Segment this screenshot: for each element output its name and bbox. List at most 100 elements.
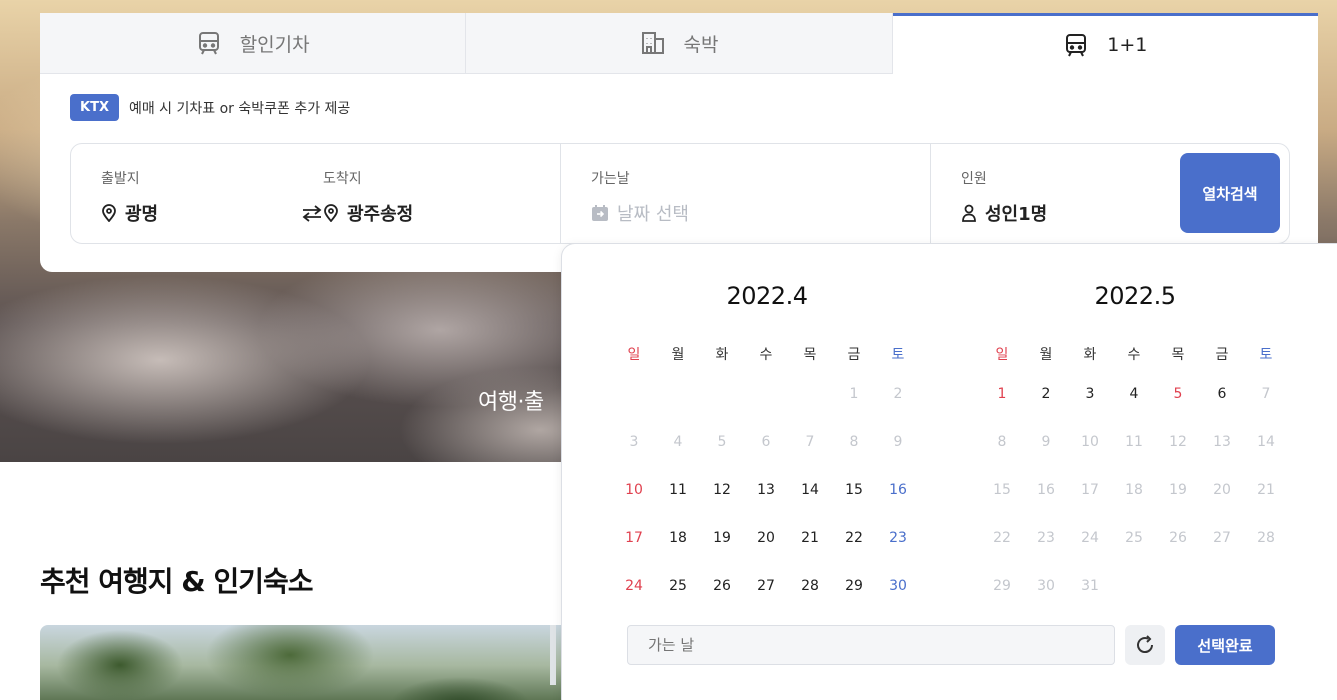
calendar-day: 7	[1261, 386, 1271, 402]
weekday-label: 월	[1039, 347, 1053, 363]
day-grid: 1 2 3 4 5 6 7 8 9 10 11 12 13 14 15 16 17 18 19 20 21 22 23 24 2…	[980, 385, 1290, 625]
calendar-day[interactable]: 14	[788, 481, 832, 529]
calendar-day: 7	[805, 434, 815, 450]
tab-label: 숙박	[683, 33, 719, 56]
calendar-day[interactable]: 13	[744, 481, 788, 529]
people-field[interactable]: 인원 성인1명	[931, 144, 1171, 243]
train-search-button[interactable]: 열차검색	[1180, 153, 1280, 233]
hero-title: 여행·출	[478, 390, 544, 415]
weekday-label: 목	[803, 347, 817, 363]
date-label: 가는날	[591, 171, 630, 187]
calendar-day[interactable]: 12	[700, 481, 744, 529]
tab-lodging[interactable]: 숙박	[466, 13, 893, 74]
calendar-day[interactable]: 11	[656, 481, 700, 529]
calendar-day: 9	[893, 434, 903, 450]
calendar-icon	[592, 205, 608, 221]
calendar-day[interactable]: 22	[832, 529, 876, 577]
date-value-wrap: 날짜 선택	[591, 200, 930, 226]
calendar-day[interactable]: 28	[788, 577, 832, 625]
date-picker-popup: 2022.4 일 월 화 수 목 금 토 1 2 3 4 5 6 7 8 9 10 11 12 13 14…	[561, 243, 1337, 700]
arrive-value-wrap: 광주송정	[323, 200, 553, 226]
calendar-day: 10	[1081, 434, 1099, 450]
calendar-empty-cell	[612, 385, 656, 433]
train-icon	[198, 32, 219, 55]
calendar-day[interactable]: 25	[656, 577, 700, 625]
promo-banner: KTX 예매 시 기차표 or 숙박쿠폰 추가 제공	[70, 94, 1318, 121]
location-pin-icon	[324, 204, 338, 222]
calendar-day[interactable]: 26	[700, 577, 744, 625]
calendar-day: 8	[997, 434, 1007, 450]
calendar-day: 1	[849, 386, 859, 402]
calendar-day[interactable]: 20	[744, 529, 788, 577]
month-title: 2022.4	[726, 282, 808, 310]
ktx-badge: KTX	[70, 94, 119, 121]
weekday-label: 일	[995, 347, 1009, 363]
calendar-day: 17	[1081, 482, 1099, 498]
calendar-day: 22	[993, 530, 1011, 546]
person-icon	[962, 204, 976, 222]
depart-label: 출발지	[101, 171, 140, 187]
calendar-day[interactable]: 2	[1024, 385, 1068, 433]
calendar-day[interactable]: 18	[656, 529, 700, 577]
people-label: 인원	[961, 171, 987, 187]
arrive-value: 광주송정	[347, 204, 414, 225]
calendar-day: 30	[1037, 578, 1055, 594]
arrive-field[interactable]: 도착지 광주송정	[323, 144, 553, 243]
calendar-day: 3	[629, 434, 639, 450]
select-done-button[interactable]: 선택완료	[1175, 625, 1275, 665]
calendar-day[interactable]: 6	[1200, 385, 1244, 433]
weekday-label: 화	[715, 347, 729, 363]
calendar-day[interactable]: 3	[1068, 385, 1112, 433]
calendar-day: 27	[1213, 530, 1231, 546]
calendar-day[interactable]: 27	[744, 577, 788, 625]
swap-icon[interactable]	[301, 202, 323, 224]
selected-date-input[interactable]	[627, 625, 1115, 665]
calendar-day[interactable]: 1	[980, 385, 1024, 433]
weekday-header: 일 월 화 수 목 금 토	[612, 344, 922, 364]
calendar-day: 12	[1169, 434, 1187, 450]
calendar-day[interactable]: 29	[832, 577, 876, 625]
date-placeholder: 날짜 선택	[617, 204, 689, 225]
tab-bar: 할인기차 숙박 1+1	[40, 13, 1318, 74]
tab-one-plus-one[interactable]: 1+1	[892, 13, 1318, 74]
people-value: 성인1명	[985, 204, 1048, 225]
calendar-day[interactable]: 15	[832, 481, 876, 529]
search-card: 할인기차 숙박 1+1 KTX 예매 시 기차표 or 숙박쿠폰 추가 제공 출…	[40, 13, 1318, 272]
weekday-label: 목	[1171, 347, 1185, 363]
calendar-day[interactable]: 19	[700, 529, 744, 577]
depart-value-wrap: 광명	[101, 200, 301, 226]
depart-field[interactable]: 출발지 광명	[71, 144, 301, 243]
search-form: 출발지 광명 도착지 광주송정 가는날 날짜 선택 인원 성인1명 열차검색	[70, 143, 1290, 244]
calendar-day[interactable]: 21	[788, 529, 832, 577]
tab-label: 할인기차	[239, 33, 310, 56]
calendar-footer: 선택완료	[627, 625, 1275, 665]
calendar-day: 31	[1081, 578, 1099, 594]
calendar-day[interactable]: 5	[1156, 385, 1200, 433]
date-field[interactable]: 가는날 날짜 선택	[561, 144, 931, 243]
calendar-day: 28	[1257, 530, 1275, 546]
calendar-empty-cell	[788, 385, 832, 433]
calendar-day: 29	[993, 578, 1011, 594]
calendar-day[interactable]: 4	[1112, 385, 1156, 433]
calendar-day: 9	[1041, 434, 1051, 450]
calendar-day[interactable]: 23	[876, 529, 920, 577]
weekday-label: 화	[1083, 347, 1097, 363]
calendar-day[interactable]: 24	[612, 577, 656, 625]
tab-label: 1+1	[1107, 34, 1148, 56]
calendar-day: 8	[849, 434, 859, 450]
calendar-day[interactable]: 16	[876, 481, 920, 529]
destination-thumbnail[interactable]	[40, 625, 570, 700]
weekday-label: 월	[671, 347, 685, 363]
weekday-label: 금	[847, 347, 861, 363]
calendar-day: 16	[1037, 482, 1055, 498]
calendar-day[interactable]: 10	[612, 481, 656, 529]
route-section: 출발지 광명 도착지 광주송정	[71, 144, 561, 243]
calendar-day[interactable]: 30	[876, 577, 920, 625]
calendar-day[interactable]: 17	[612, 529, 656, 577]
calendar-day: 14	[1257, 434, 1275, 450]
tab-discount-train[interactable]: 할인기차	[40, 13, 467, 74]
calendar-day: 23	[1037, 530, 1055, 546]
reset-button[interactable]	[1125, 625, 1165, 665]
calendar-empty-cell	[656, 385, 700, 433]
section-title: 추천 여행지 & 인기숙소	[40, 565, 314, 598]
